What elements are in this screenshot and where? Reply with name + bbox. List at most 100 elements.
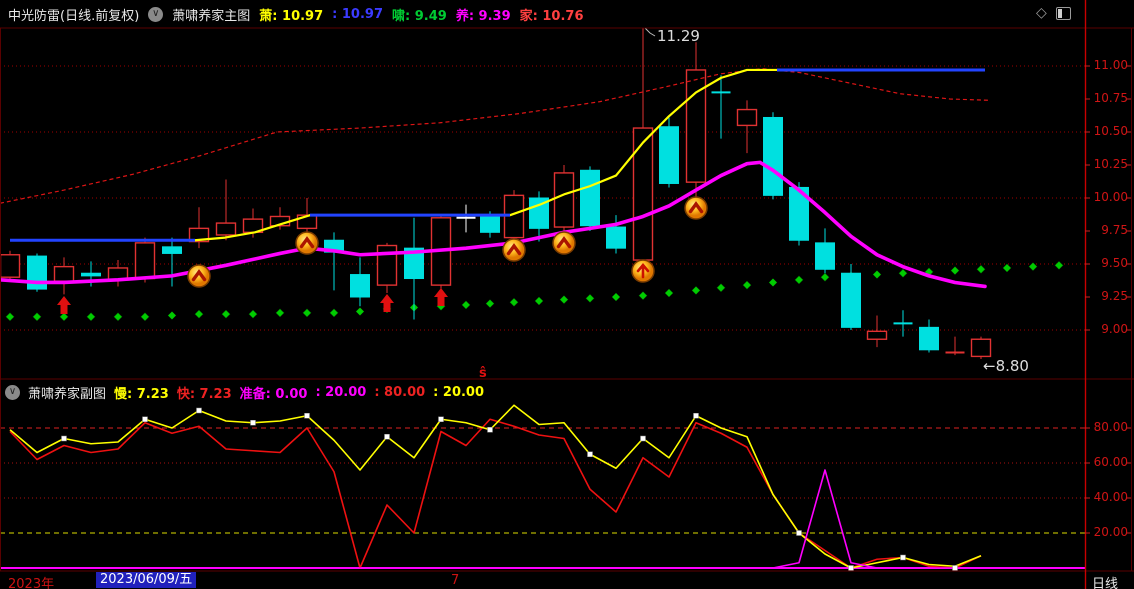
gold-coin-signal-icon: [502, 238, 526, 262]
green-diamond-dot: [275, 308, 285, 318]
green-diamond-dot: [768, 278, 778, 287]
candle-body-up[interactable]: [134, 242, 156, 280]
sub-indicator-name: 萧啸养家副图: [28, 386, 107, 402]
fast-line-marker: [848, 565, 854, 571]
buy-arrow-icon: [57, 296, 71, 314]
candle-body-down[interactable]: [841, 272, 861, 328]
gold-coin-signal-icon: [187, 264, 211, 288]
green-diamond-dot: [5, 312, 15, 322]
indicator-value: 快: 7.23: [176, 386, 232, 402]
slow-line-marker: [61, 435, 67, 442]
chevron-down-circle-icon[interactable]: ∨: [148, 6, 164, 22]
candle-body-down[interactable]: [350, 274, 370, 298]
gold-coin-signal-icon: [684, 196, 708, 220]
red-dashed-ma-line: [0, 68, 991, 204]
candle-body-down[interactable]: [606, 226, 626, 249]
slow-line-marker: [693, 413, 699, 419]
indicator-value: : 20.00: [433, 384, 485, 400]
green-diamond-dot: [1002, 263, 1012, 273]
period-label[interactable]: 日线: [1092, 573, 1118, 589]
gold-coin-signal-icon: [295, 231, 319, 255]
candle-body-up[interactable]: [866, 330, 888, 340]
green-diamond-dot: [611, 292, 621, 302]
indicator-value: 家: 10.76: [519, 8, 584, 24]
green-diamond-dot: [302, 308, 312, 318]
diamond-icon[interactable]: ◇: [1036, 6, 1047, 20]
green-diamond-dot: [976, 264, 986, 274]
candle-body-up[interactable]: [632, 127, 654, 261]
candle-body-up[interactable]: [685, 69, 707, 183]
candle-body-down[interactable]: [580, 169, 600, 227]
green-diamond-dot: [509, 297, 519, 307]
candle-body-down[interactable]: [815, 242, 835, 270]
green-diamond-dot: [742, 280, 752, 290]
window-controls: ◇: [1036, 6, 1071, 20]
slow-line-marker: [304, 413, 310, 419]
candle-body-up[interactable]: [53, 265, 75, 282]
main-chart-header: 中光防雷(日线.前复权) ∨ 萧啸养家主图 萧: 10.97 : 10.97 啸…: [0, 0, 1038, 28]
sub-chart-header: ∨ 萧啸养家副图 慢: 7.23 快: 7.23 准备: 0.00 : 20.0…: [0, 382, 1085, 402]
green-diamond-dot: [86, 312, 96, 322]
green-diamond-dot: [898, 268, 908, 278]
candle-body-down[interactable]: [763, 116, 783, 196]
green-diamond-dot: [221, 309, 231, 319]
fast-line-marker: [952, 565, 958, 571]
chart-canvas[interactable]: 11.29←8.80ŝ: [0, 0, 1134, 589]
bottom-axis-bar: 2023年 2023/06/09/五 7 日线: [0, 572, 1134, 589]
fast-line: [9, 418, 982, 569]
slow-line-marker: [438, 416, 444, 422]
slow-line-marker: [640, 435, 646, 442]
green-diamond-dot: [485, 299, 495, 308]
green-diamond-dot: [1028, 262, 1038, 271]
candle-body-up[interactable]: [970, 338, 992, 358]
candle-body-up[interactable]: [215, 222, 237, 236]
green-diamond-dot: [950, 266, 960, 275]
indicator-value: : 10.97: [332, 6, 384, 22]
candle-body-up[interactable]: [553, 172, 575, 228]
candle-body-down[interactable]: [659, 126, 679, 184]
green-diamond-dot: [716, 283, 726, 293]
green-diamond-dot: [559, 295, 569, 304]
price-axis-label: 9.00: [1101, 322, 1128, 336]
green-diamond-dot: [585, 293, 595, 303]
green-diamond-dot: [872, 270, 882, 279]
price-axis-label: 9.75: [1101, 223, 1128, 237]
buy-arrow-icon: [380, 294, 394, 312]
indicator-value: 慢: 7.23: [114, 386, 169, 402]
candle-body-up[interactable]: [0, 254, 21, 278]
candle-body-up[interactable]: [736, 108, 758, 127]
symbol-title: 中光防雷(日线.前复权): [8, 8, 140, 24]
green-diamond-dot: [664, 288, 674, 298]
green-diamond-dot: [638, 291, 648, 301]
green-diamond-dot: [1054, 260, 1064, 270]
slow-line-marker: [384, 434, 390, 440]
green-diamond-dot: [167, 311, 177, 320]
indicator-value: 萧: 10.97: [259, 8, 324, 24]
fast-line-marker: [900, 554, 906, 561]
green-diamond-dot: [691, 286, 701, 295]
buy-arrow-icon: [434, 288, 448, 306]
chevron-down-circle-icon[interactable]: ∨: [5, 384, 20, 400]
indicator-value: 准备: 0.00: [239, 386, 308, 402]
main-indicator-name: 萧啸养家主图: [172, 8, 251, 24]
slow-line-marker: [196, 407, 202, 414]
slow-line-marker: [250, 420, 256, 426]
price-axis-label: 9.25: [1101, 289, 1128, 303]
candle-body-down[interactable]: [919, 326, 939, 351]
green-diamond-dot: [461, 300, 471, 310]
indicator-value: : 20.00: [315, 384, 367, 400]
indicator-value: 养: 9.39: [455, 8, 511, 24]
value-axis-label: 80.00: [1093, 420, 1128, 434]
price-axis-label: 11.00: [1093, 58, 1128, 72]
green-diamond-dot: [32, 312, 42, 322]
slow-line-marker: [142, 416, 148, 422]
price-axis-label: 10.75: [1093, 91, 1128, 105]
app-window: 11.29 ←8.80 ŝ 中光防雷(日线.前复权) ∨ 萧啸养家主图 萧: 10.…: [0, 0, 1134, 589]
panel-icon[interactable]: [1055, 6, 1071, 20]
value-axis-label: 40.00: [1093, 490, 1128, 504]
candle-body-down[interactable]: [81, 272, 101, 277]
candle-body-down[interactable]: [480, 215, 500, 233]
slow-line: [9, 404, 982, 569]
green-diamond-dot: [329, 308, 339, 318]
candle-body-down[interactable]: [162, 246, 182, 254]
